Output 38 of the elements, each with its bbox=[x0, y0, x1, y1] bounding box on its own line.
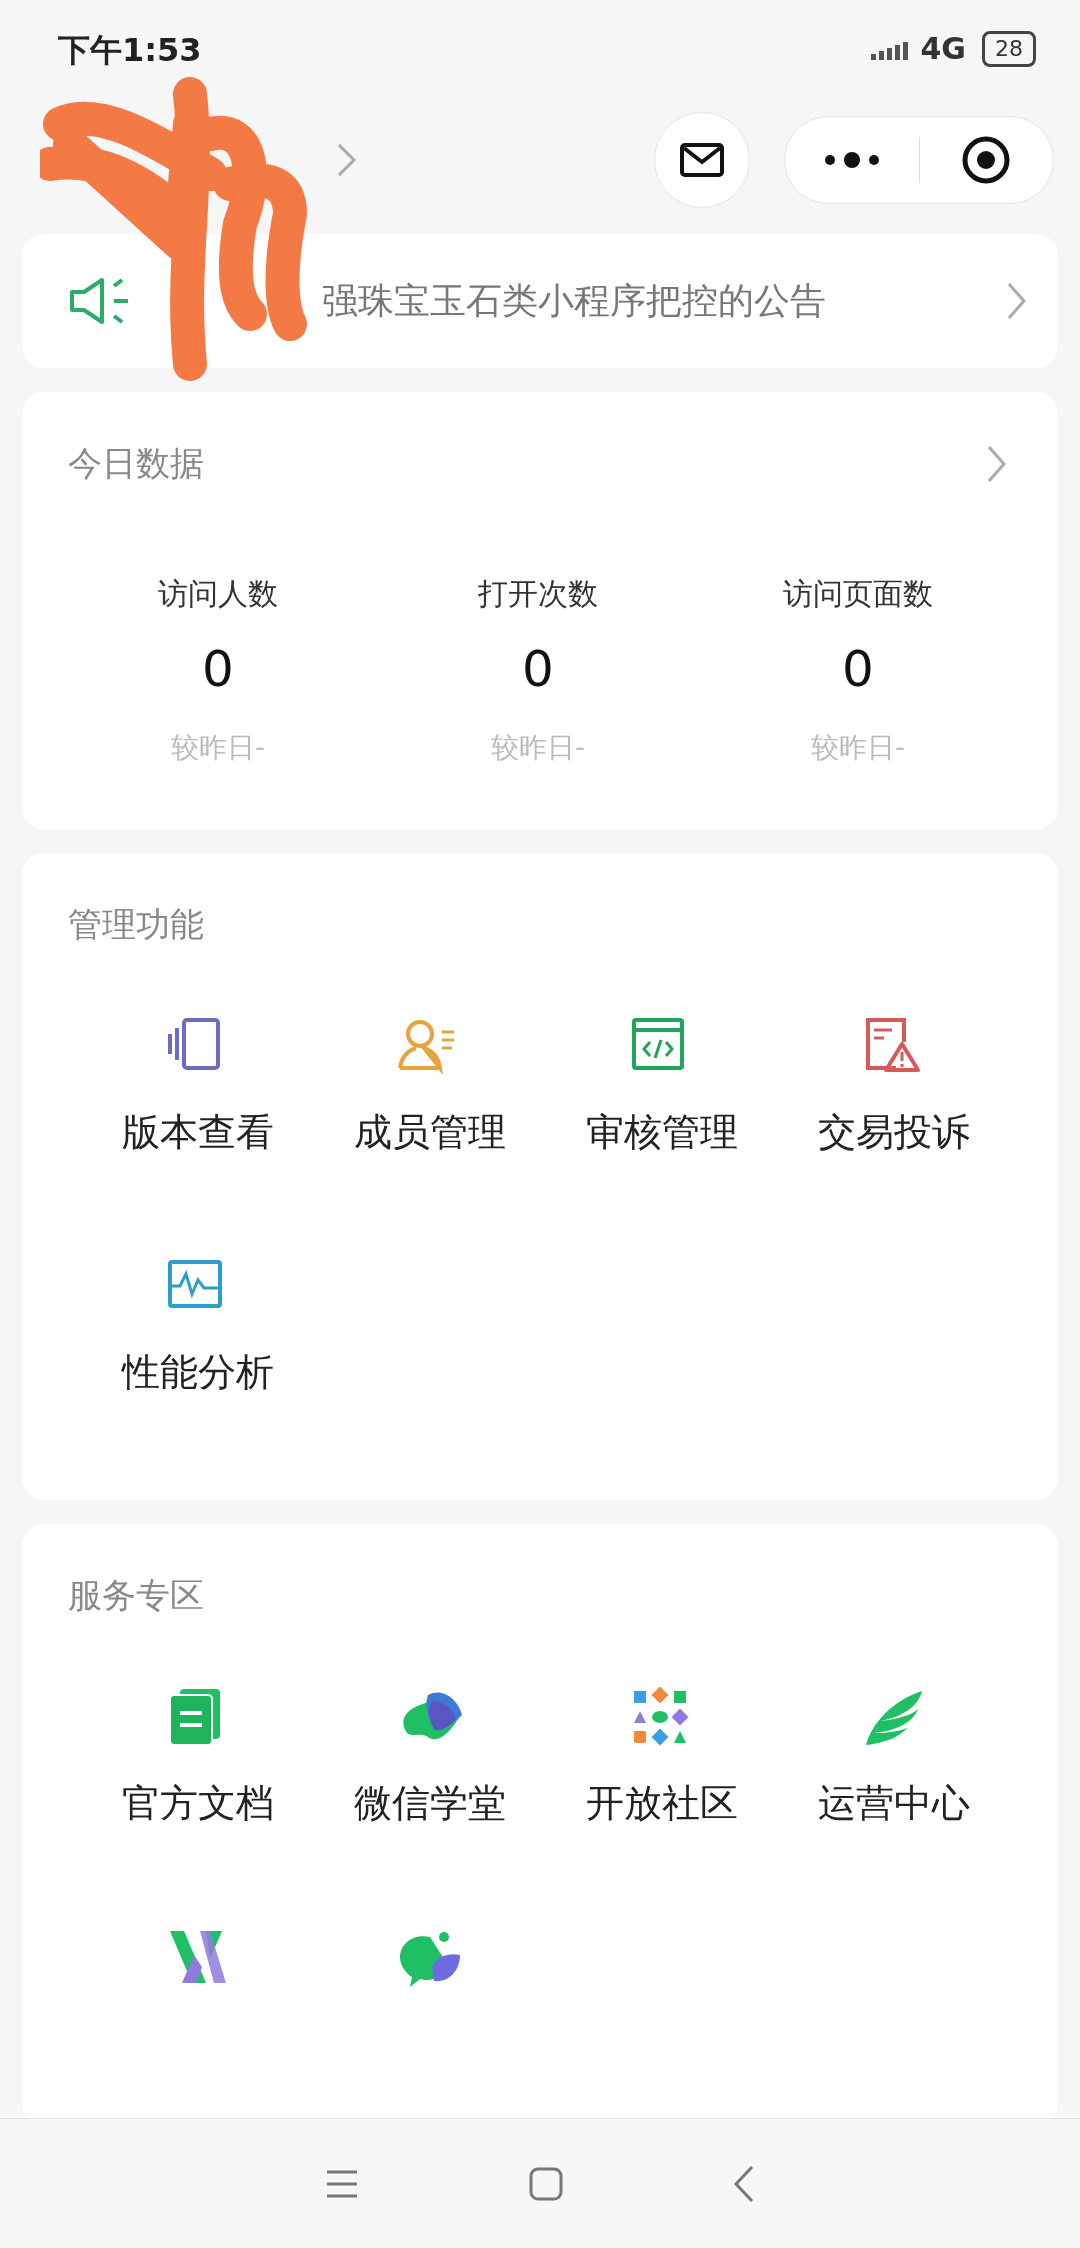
function-label[interactable]: 交易投诉 bbox=[818, 1104, 970, 1161]
stat-comparison: 较昨日- bbox=[170, 730, 266, 766]
function-label[interactable]: 性能分析 bbox=[122, 1344, 274, 1401]
more-dots-icon bbox=[823, 152, 880, 168]
notice-bar[interactable]: 强珠宝玉石类小程序把控的公告 bbox=[22, 234, 1058, 368]
network-label: 4G bbox=[920, 30, 966, 68]
service-label[interactable]: 微信学堂 bbox=[354, 1775, 506, 1832]
back-button[interactable] bbox=[733, 2164, 755, 2203]
stat-label: 访问页面数 bbox=[783, 575, 933, 613]
service-label[interactable]: 运营中心 bbox=[818, 1775, 970, 1832]
home-button[interactable] bbox=[529, 2166, 563, 2201]
stat-label: 访问人数 bbox=[158, 575, 278, 613]
stat-label: 打开次数 bbox=[478, 575, 598, 613]
menu-button[interactable] bbox=[325, 2168, 359, 2199]
function-label[interactable]: 版本查看 bbox=[122, 1104, 274, 1161]
target-icon bbox=[961, 135, 1012, 185]
stat-value: 0 bbox=[842, 642, 874, 697]
stat-value: 0 bbox=[202, 642, 234, 697]
menu-icon bbox=[325, 2168, 359, 2199]
service-label[interactable]: 开放社区 bbox=[586, 1775, 738, 1832]
back-icon bbox=[733, 2164, 755, 2203]
chevron-right-icon bbox=[1006, 281, 1028, 321]
section-title: 服务专区 bbox=[68, 1574, 205, 1617]
stat-value: 0 bbox=[522, 642, 554, 697]
stat-comparison: 较昨日- bbox=[490, 730, 586, 766]
mail-icon bbox=[680, 143, 724, 177]
stat-comparison: 较昨日- bbox=[810, 730, 906, 766]
chevron-right-icon[interactable] bbox=[986, 443, 1008, 484]
section-title: 今日数据 bbox=[68, 442, 204, 485]
function-label[interactable]: 成员管理 bbox=[354, 1104, 506, 1161]
notice-text: 强珠宝玉石类小程序把控的公告 bbox=[322, 279, 827, 323]
chevron-right-icon[interactable] bbox=[336, 142, 358, 178]
status-time: 下午1:53 bbox=[58, 30, 202, 71]
battery-indicator: 28 bbox=[982, 30, 1036, 67]
section-title: 管理功能 bbox=[68, 903, 205, 946]
square-icon bbox=[529, 2166, 563, 2201]
function-label[interactable]: 审核管理 bbox=[586, 1104, 738, 1161]
service-label[interactable]: 官方文档 bbox=[122, 1775, 274, 1832]
